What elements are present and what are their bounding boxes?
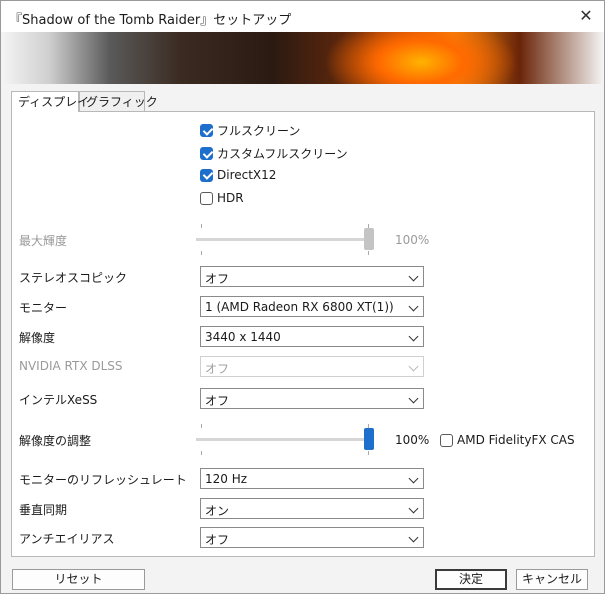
chevron-down-icon (408, 532, 419, 543)
custom-fullscreen-label: カスタムフルスクリーン (217, 147, 348, 161)
chevron-down-icon (408, 473, 419, 484)
ok-button[interactable]: 決定 (435, 569, 507, 590)
hdr-checkbox[interactable]: HDR (200, 191, 244, 205)
directx12-label: DirectX12 (217, 168, 277, 182)
slider-tick (368, 251, 369, 255)
refresh-rate-label: モニターのリフレッシュレート (19, 473, 187, 487)
xess-label: インテルXeSS (19, 393, 98, 407)
setup-window: 『Shadow of the Tomb Raider』セットアップ ✕ ディスプ… (0, 0, 605, 594)
max-brightness-value: 100% (395, 233, 430, 247)
custom-fullscreen-checkbox[interactable]: カスタムフルスクリーン (200, 145, 348, 162)
chevron-down-icon (408, 503, 419, 514)
dlss-label: NVIDIA RTX DLSS (19, 359, 123, 373)
monitor-value: 1 (AMD Radeon RX 6800 XT(1)) (205, 300, 394, 314)
max-brightness-label: 最大輝度 (19, 234, 68, 248)
checkbox-box[interactable] (200, 124, 213, 137)
fidelityfx-cas-checkbox[interactable]: AMD FidelityFX CAS (440, 433, 575, 447)
refresh-rate-select[interactable]: 120 Hz (200, 468, 424, 489)
checkbox-box[interactable] (440, 433, 453, 447)
chevron-down-icon (408, 331, 419, 342)
slider-thumb (364, 228, 374, 250)
chevron-down-icon (408, 361, 419, 372)
resolution-select[interactable]: 3440 x 1440 (200, 326, 424, 347)
checkbox-box[interactable] (200, 168, 213, 182)
slider-thumb[interactable] (364, 428, 374, 450)
close-icon[interactable]: ✕ (573, 5, 599, 27)
stereoscopic-select[interactable]: オフ (200, 266, 424, 287)
max-brightness-slider (196, 224, 374, 255)
resolution-value: 3440 x 1440 (205, 330, 281, 344)
stereoscopic-value: オフ (205, 272, 230, 286)
dlss-value: オフ (205, 362, 230, 376)
title-bar: 『Shadow of the Tomb Raider』セットアップ ✕ (1, 1, 604, 32)
directx12-checkbox[interactable]: DirectX12 (200, 168, 276, 182)
xess-select[interactable]: オフ (200, 388, 424, 409)
slider-tick (201, 451, 202, 455)
chevron-down-icon (408, 301, 419, 312)
reset-button[interactable]: リセット (12, 569, 145, 590)
slider-tick (201, 424, 202, 428)
slider-tick (368, 451, 369, 455)
monitor-label: モニター (19, 301, 68, 315)
monitor-select[interactable]: 1 (AMD Radeon RX 6800 XT(1)) (200, 296, 424, 317)
refresh-rate-value: 120 Hz (205, 472, 248, 486)
stereoscopic-label: ステレオスコピック (19, 271, 128, 285)
vsync-label: 垂直同期 (19, 503, 68, 517)
cancel-button[interactable]: キャンセル (516, 569, 588, 590)
chevron-down-icon (408, 393, 419, 404)
vsync-value: オン (205, 504, 230, 518)
slider-track (196, 238, 374, 241)
slider-track (196, 438, 374, 441)
fullscreen-checkbox[interactable]: フルスクリーン (200, 122, 300, 139)
res-scale-slider[interactable] (196, 424, 374, 455)
vsync-select[interactable]: オン (200, 498, 424, 519)
checkbox-box[interactable] (200, 191, 213, 205)
xess-value: オフ (205, 394, 230, 408)
banner-image (1, 32, 604, 84)
window-title: 『Shadow of the Tomb Raider』セットアップ (9, 13, 292, 28)
slider-tick (201, 251, 202, 255)
chevron-down-icon (408, 271, 419, 282)
antialiasing-value: オフ (205, 533, 230, 547)
resolution-label: 解像度 (19, 331, 56, 345)
res-scale-label: 解像度の調整 (19, 434, 92, 448)
dlss-select: オフ (200, 356, 424, 377)
hdr-label: HDR (217, 191, 244, 205)
slider-tick (201, 224, 202, 228)
tab-display[interactable]: ディスプレイ (11, 91, 89, 112)
antialiasing-label: アンチエイリアス (19, 532, 115, 546)
res-scale-value: 100% (395, 433, 430, 447)
fullscreen-label: フルスクリーン (217, 124, 301, 138)
fidelityfx-cas-label: AMD FidelityFX CAS (457, 433, 575, 447)
antialiasing-select[interactable]: オフ (200, 527, 424, 548)
checkbox-box[interactable] (200, 147, 213, 160)
